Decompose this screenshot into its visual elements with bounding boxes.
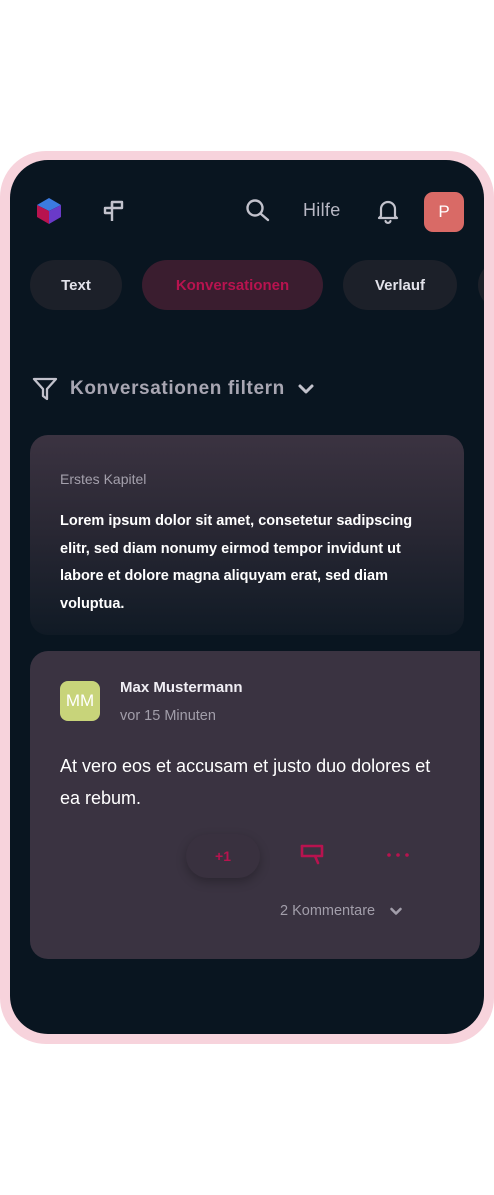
bell-icon[interactable]	[375, 198, 401, 224]
app-screen: Hilfe P Text Konversationen Verlauf Konv…	[10, 160, 484, 1034]
user-avatar-button[interactable]: P	[424, 192, 464, 232]
comments-toggle[interactable]: 2 Kommentare	[280, 903, 403, 919]
chevron-down-icon	[298, 384, 314, 394]
filter-label: Konversationen filtern	[70, 378, 285, 399]
comment-timestamp: vor 15 Minuten	[120, 708, 216, 724]
tab-verlauf[interactable]: Verlauf	[343, 260, 457, 310]
search-icon[interactable]	[245, 198, 271, 224]
chevron-down-icon	[390, 907, 402, 915]
comments-count: 2 Kommentare	[280, 903, 376, 919]
tab-text[interactable]: Text	[30, 260, 122, 310]
chapter-title: Erstes Kapitel	[60, 471, 147, 487]
comment-text: At vero eos et accusam et justo duo dolo…	[60, 756, 431, 808]
app-logo-icon[interactable]	[34, 196, 64, 226]
filter-toggle[interactable]: Konversationen filtern	[32, 374, 315, 404]
author-name: Max Mustermann	[120, 679, 243, 696]
chapter-excerpt: Lorem ipsum dolor sit amet, consetetur s…	[60, 513, 413, 612]
filter-icon	[32, 377, 58, 401]
chapter-card[interactable]: Erstes Kapitel Lorem ipsum dolor sit ame…	[30, 435, 464, 635]
signpost-icon[interactable]	[100, 198, 126, 224]
reply-flag-icon[interactable]	[298, 841, 326, 869]
more-options-icon[interactable]	[382, 841, 414, 869]
comment-card: MM Max Mustermann vor 15 Minuten At vero…	[30, 651, 480, 959]
upvote-button[interactable]: +1	[186, 834, 260, 878]
tab-konversationen[interactable]: Konversationen	[142, 260, 323, 310]
help-link[interactable]: Hilfe	[303, 200, 341, 221]
top-bar: Hilfe P	[10, 160, 484, 270]
author-avatar: MM	[60, 681, 100, 721]
